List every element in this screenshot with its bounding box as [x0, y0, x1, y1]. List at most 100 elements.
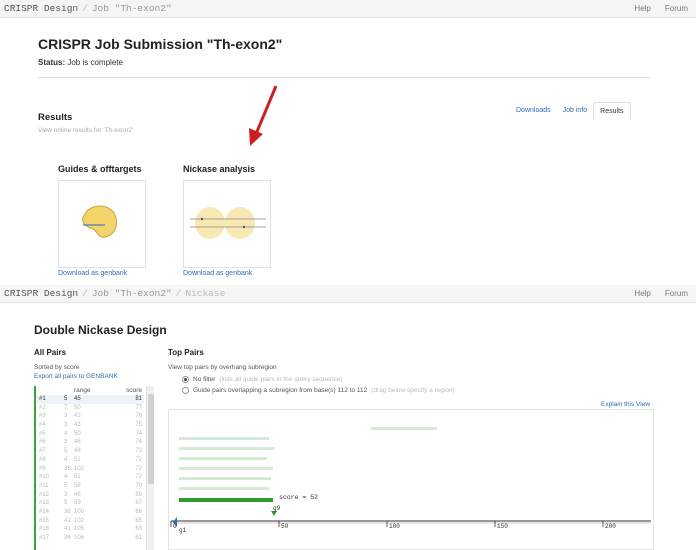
table-cell: 46 — [74, 439, 81, 446]
pair-bar — [179, 477, 271, 480]
table-row[interactable]: #16 41 105 63 — [36, 525, 144, 534]
table-row[interactable]: #12 3 46 69 — [36, 491, 144, 500]
export-genbank-link[interactable]: Export all pairs to GENBANK — [34, 373, 118, 380]
guides-download-genbank-link[interactable]: Download as genbank — [58, 270, 127, 277]
nav-links: Help Forum — [634, 289, 696, 298]
table-cell: 50 — [74, 404, 81, 411]
nickase-page-title: Double Nickase Design — [34, 323, 167, 337]
option-note: (lists all guide pairs in the query sequ… — [219, 376, 343, 383]
table-cell: #14 — [39, 508, 50, 515]
table-row[interactable]: #3 3 43 76 — [36, 412, 144, 421]
filter-option-no-filter[interactable]: No filter (lists all guide pairs in the … — [182, 376, 343, 383]
table-cell: 58 — [74, 482, 81, 489]
table-cell: 43 — [74, 422, 81, 429]
guides-offtargets-thumbnail[interactable] — [58, 180, 146, 268]
table-cell: 106 — [74, 535, 85, 541]
pairs-track-svg: 0 50 100 150 200 — [170, 427, 651, 530]
top-navbar: CRISPR Design / Job "Th-exon2" Help Foru… — [0, 0, 696, 18]
table-cell: 105 — [74, 526, 85, 533]
table-cell: #5 — [39, 430, 46, 437]
table-row[interactable]: #5 4 50 74 — [36, 430, 144, 439]
table-row[interactable]: #13 5 59 67 — [36, 499, 144, 508]
table-row[interactable]: #8 4 51 72 — [36, 456, 144, 465]
table-row[interactable]: #10 4 51 72 — [36, 473, 144, 482]
page-title: CRISPR Job Submission "Th-exon2" — [38, 36, 283, 52]
guides-offtargets-title: Guides & offtargets — [58, 164, 142, 174]
explain-view-link[interactable]: Explain this View — [601, 401, 650, 408]
radio-button[interactable] — [182, 376, 189, 383]
table-row[interactable]: #9 36 102 72 — [36, 465, 144, 474]
table-cell: 36 — [64, 535, 71, 541]
tab-results[interactable]: Results — [593, 102, 631, 120]
help-link[interactable]: Help — [634, 289, 650, 298]
table-cell: #13 — [39, 500, 50, 507]
tab-downloads[interactable]: Downloads — [510, 102, 557, 120]
table-cell: #2 — [39, 404, 46, 411]
breadcrumb-job[interactable]: Job "Th-exon2" — [92, 3, 172, 14]
breadcrumb-job[interactable]: Job "Th-exon2" — [92, 288, 172, 299]
table-cell: 48 — [74, 448, 81, 455]
pairs-visualization[interactable]: 0 50 100 150 200 score = 52 g9 g1 — [168, 409, 654, 550]
status-value: Job is complete — [67, 58, 123, 67]
table-cell: 5 — [64, 500, 68, 507]
results-tabs: Downloads Job info Results — [510, 102, 631, 120]
table-cell: 36 — [64, 508, 71, 515]
forum-link[interactable]: Forum — [665, 4, 688, 13]
table-cell: 74 — [135, 430, 142, 437]
table-cell: 63 — [135, 526, 142, 533]
pairs-scrollbar[interactable] — [146, 386, 154, 550]
table-cell: 75 — [135, 422, 142, 429]
filter-option-subregion[interactable]: Guide pairs overlapping a subregion from… — [182, 387, 455, 394]
table-cell: 4 — [64, 456, 68, 463]
axis-tick-label: 100 — [389, 523, 400, 530]
table-row[interactable]: #17 36 106 61 — [36, 534, 144, 543]
help-link[interactable]: Help — [634, 4, 650, 13]
table-cell: #8 — [39, 456, 46, 463]
table-cell: 51 — [74, 456, 81, 463]
radio-button[interactable] — [182, 387, 189, 394]
score-label: score = 52 — [279, 494, 319, 501]
pair-bar — [179, 487, 269, 490]
table-row[interactable]: #15 41 102 65 — [36, 517, 144, 526]
table-cell: 46 — [74, 491, 81, 498]
axis-tick-label: 150 — [497, 523, 508, 530]
nav-links: Help Forum — [634, 4, 696, 13]
table-cell: 102 — [74, 465, 85, 472]
table-row[interactable]: #14 36 100 66 — [36, 508, 144, 517]
nickase-analysis-thumbnail[interactable] — [183, 180, 271, 268]
breadcrumb-home[interactable]: CRISPR Design — [4, 288, 78, 299]
breadcrumb-current: Nickase — [185, 288, 226, 299]
bottom-navbar: CRISPR Design / Job "Th-exon2" / Nickase… — [0, 285, 696, 303]
nickase-icon — [190, 207, 266, 239]
table-cell: 72 — [135, 474, 142, 481]
table-cell: #17 — [39, 535, 50, 541]
pairs-table: range score #1 5 45 81 #2 7 50 77 #3 3 43 76 #4 3 43 75… — [34, 386, 144, 550]
table-cell: 70 — [135, 482, 142, 489]
table-row[interactable]: #4 3 43 75 — [36, 421, 144, 430]
table-cell: 72 — [135, 456, 142, 463]
table-row[interactable]: #7 5 48 73 — [36, 447, 144, 456]
table-cell: 5 — [64, 482, 68, 489]
table-cell: #15 — [39, 517, 50, 524]
table-cell: 65 — [135, 517, 142, 524]
table-row[interactable]: #6 3 46 74 — [36, 438, 144, 447]
table-cell: 45 — [74, 396, 81, 402]
table-cell: 4 — [64, 474, 68, 481]
job-status: Status: Job is complete — [38, 58, 123, 67]
nickase-download-genbank-link[interactable]: Download as genbank — [183, 270, 252, 277]
table-cell: #11 — [39, 482, 49, 489]
selected-pair-bar[interactable] — [179, 498, 273, 502]
axis-tick-label: 200 — [605, 523, 616, 530]
forum-link[interactable]: Forum — [665, 289, 688, 298]
col-header — [36, 386, 64, 395]
table-row[interactable]: #1 5 45 81 — [36, 395, 144, 404]
table-row[interactable]: #11 5 58 70 — [36, 482, 144, 491]
table-row[interactable]: #2 7 50 77 — [36, 404, 144, 413]
scrollbar-thumb[interactable] — [148, 394, 154, 484]
table-cell: 66 — [135, 508, 142, 515]
tab-job-info[interactable]: Job info — [557, 102, 594, 120]
table-body: #1 5 45 81 #2 7 50 77 #3 3 43 76 #4 3 43 75 #5 4 50 74 #6 3 46… — [36, 395, 144, 543]
start-label: g1 — [179, 527, 187, 534]
breadcrumb-home[interactable]: CRISPR Design — [4, 3, 78, 14]
table-cell: 102 — [74, 517, 85, 524]
